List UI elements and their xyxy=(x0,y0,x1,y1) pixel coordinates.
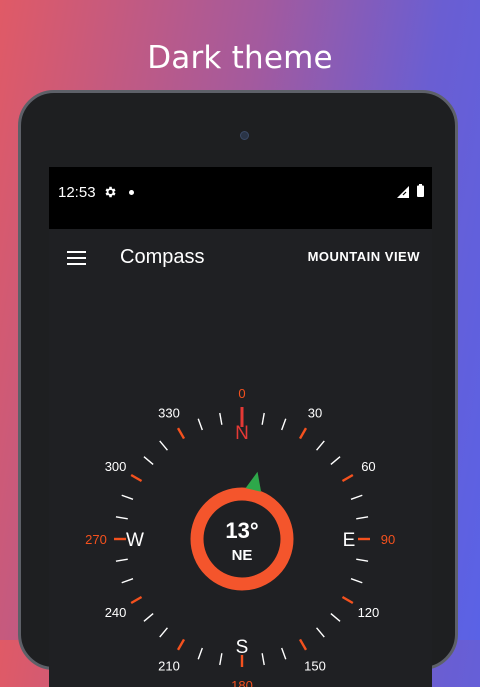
compass-view: 0 30 60 90 120 150 180 210 240 270 300 330 NE S W 13°… xyxy=(49,289,432,687)
dial-tick xyxy=(197,647,203,660)
dial-tick xyxy=(330,613,341,622)
degree-label: 90 xyxy=(381,532,395,547)
dial-tick xyxy=(261,653,265,666)
cardinal-label-s: S xyxy=(236,637,249,658)
dial-tick xyxy=(121,578,134,584)
dial-tick xyxy=(197,418,203,431)
dial-tick xyxy=(298,638,308,651)
degree-label: 300 xyxy=(105,459,127,474)
dial-tick xyxy=(130,595,143,605)
dial-tick xyxy=(316,627,325,638)
dial-tick xyxy=(143,613,154,622)
degree-label: 150 xyxy=(304,658,326,673)
degree-label: 0 xyxy=(238,386,245,401)
menu-icon[interactable] xyxy=(67,251,87,267)
degree-label: 330 xyxy=(158,406,180,421)
dial-tick xyxy=(356,516,369,520)
dial-tick xyxy=(281,418,287,431)
degree-label: 180 xyxy=(231,678,253,687)
dial-tick xyxy=(316,440,325,451)
cardinal-label-e: E xyxy=(343,530,356,551)
dial-tick xyxy=(115,558,128,562)
dial-tick xyxy=(219,412,223,425)
dial-tick xyxy=(159,627,168,638)
dial-tick xyxy=(219,653,223,666)
app-bar: Compass MOUNTAIN VIEW xyxy=(49,229,432,289)
degree-label: 120 xyxy=(358,605,380,620)
cardinal-label-w: W xyxy=(126,530,144,551)
status-time: 12:53 xyxy=(58,184,96,201)
degree-label: 60 xyxy=(361,459,375,474)
degree-label: 30 xyxy=(308,406,322,421)
compass-dial: 0 30 60 90 120 150 180 210 240 270 300 330 NE S W 13°… xyxy=(85,386,395,687)
dial-tick xyxy=(143,456,154,465)
degree-label: 270 xyxy=(85,532,107,547)
dial-tick xyxy=(330,456,341,465)
heading-direction: NE xyxy=(232,547,253,564)
page-title: Compass xyxy=(120,246,205,268)
location-button[interactable]: MOUNTAIN VIEW xyxy=(308,249,420,264)
dial-tick xyxy=(176,638,186,651)
dial-tick xyxy=(350,578,363,584)
dial-tick xyxy=(130,473,143,483)
dial-tick xyxy=(121,494,134,500)
dial-tick xyxy=(261,412,265,425)
app-screen: 12:53 Compass MOUNTAIN VIEW 0 30 60 90 1… xyxy=(49,167,432,687)
dial-tick xyxy=(350,494,363,500)
dial-tick xyxy=(356,558,369,562)
dial-tick xyxy=(298,427,308,440)
degree-label: 240 xyxy=(105,605,127,620)
tablet-frame: 12:53 Compass MOUNTAIN VIEW 0 30 60 90 1… xyxy=(18,90,458,687)
dial-tick xyxy=(341,473,354,483)
battery-icon xyxy=(417,184,424,197)
dial-tick xyxy=(115,516,128,520)
dial-tick xyxy=(281,647,287,660)
gear-icon xyxy=(105,186,116,198)
signal-icon xyxy=(397,186,409,198)
degree-label: 210 xyxy=(158,658,180,673)
dial-tick xyxy=(176,427,186,440)
status-bar: 12:53 xyxy=(49,167,432,229)
promo-headline: Dark theme xyxy=(147,40,333,76)
dial-tick xyxy=(341,595,354,605)
heading-value: 13° xyxy=(225,518,258,543)
front-camera xyxy=(240,131,249,140)
dial-tick xyxy=(159,440,168,451)
notification-dot-icon xyxy=(129,190,134,195)
